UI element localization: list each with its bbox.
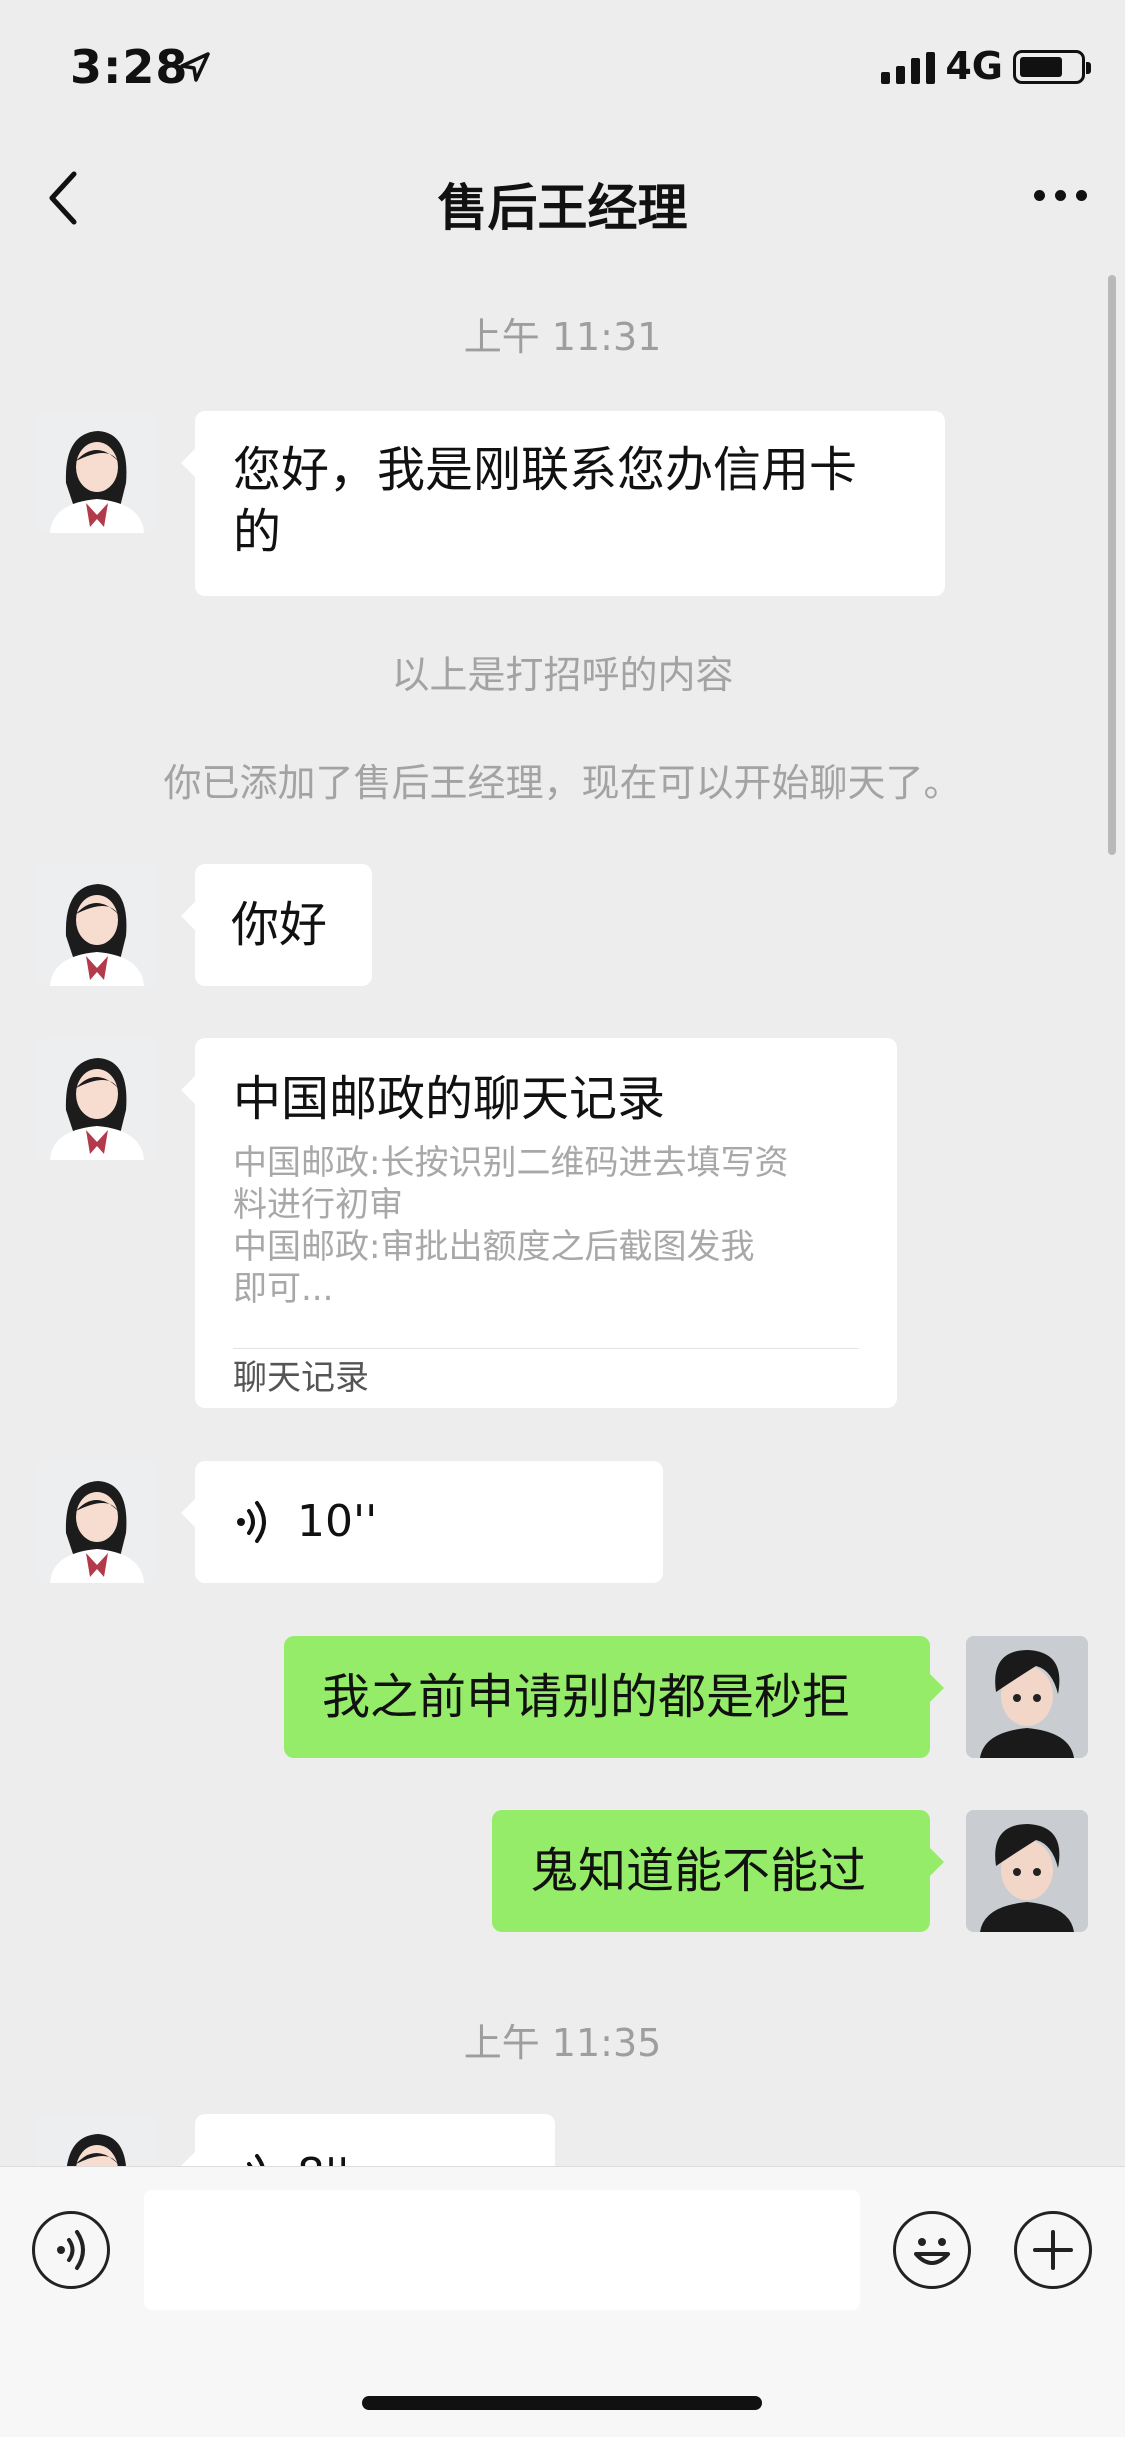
- system-note: 以上是打招呼的内容: [391, 653, 734, 697]
- network-type: 4G: [945, 44, 1003, 88]
- timestamp: 上午 11:31: [463, 315, 662, 359]
- chat-record-preview: 中国邮政:长按识别二维码进去填写资 料进行初审 中国邮政:审批出额度之后截图发我…: [233, 1142, 873, 1310]
- timestamp: 上午 11:35: [463, 2021, 662, 2065]
- avatar[interactable]: [36, 411, 158, 533]
- voice-icon: [57, 2230, 85, 2270]
- avatar-self[interactable]: [966, 1636, 1088, 1758]
- page-title: 售后王经理: [437, 179, 688, 237]
- system-note: 你已添加了售后王经理，现在可以开始聊天了。: [163, 761, 962, 805]
- preview-line: 即可...: [233, 1269, 334, 1309]
- preview-line: 中国邮政:长按识别二维码进去填写资: [233, 1143, 789, 1183]
- avatar[interactable]: [36, 864, 158, 986]
- voice-input-button[interactable]: [32, 2211, 110, 2289]
- voice-duration: 10'': [297, 1496, 378, 1547]
- message-input[interactable]: [144, 2190, 860, 2310]
- message-bubble-sent[interactable]: 鬼知道能不能过: [492, 1810, 944, 1932]
- voice-wave-icon: [237, 1501, 266, 1543]
- message-text: 你好: [231, 897, 328, 953]
- message-text-line: 的: [233, 504, 282, 560]
- home-indicator[interactable]: [362, 2396, 762, 2410]
- message-text: 鬼知道能不能过: [530, 1843, 867, 1899]
- voice-message[interactable]: 10'': [181, 1461, 663, 1583]
- avatar[interactable]: [36, 1461, 158, 1583]
- emoji-icon: [914, 2238, 950, 2265]
- emoji-button[interactable]: [893, 2211, 971, 2289]
- plus-icon: [1033, 2230, 1073, 2270]
- chat-record-title: 中国邮政的聊天记录: [233, 1071, 666, 1127]
- signal-icon: [881, 52, 935, 84]
- chat-record-card[interactable]: 中国邮政的聊天记录 中国邮政:长按识别二维码进去填写资 料进行初审 中国邮政:审…: [181, 1038, 897, 1408]
- location-arrow-icon: [180, 52, 210, 82]
- preview-line: 中国邮政:审批出额度之后截图发我: [233, 1227, 755, 1267]
- divider: [233, 1348, 859, 1349]
- avatar-self[interactable]: [966, 1810, 1088, 1932]
- chat-record-footer: 聊天记录: [233, 1358, 369, 1398]
- message-text-line: 您好，我是刚联系您办信用卡: [233, 442, 858, 498]
- preview-line: 料进行初审: [233, 1185, 403, 1225]
- message-text: 我之前申请别的都是秒拒: [322, 1669, 851, 1725]
- message-bubble-sent[interactable]: 我之前申请别的都是秒拒: [284, 1636, 944, 1758]
- status-time: 3:28: [70, 40, 189, 94]
- message-bubble-received[interactable]: 你好: [181, 864, 372, 986]
- avatar[interactable]: [36, 1038, 158, 1160]
- more-icon[interactable]: [1034, 190, 1087, 201]
- plus-button[interactable]: [1014, 2211, 1092, 2289]
- battery-icon: [1013, 50, 1091, 84]
- message-bubble-received[interactable]: 您好，我是刚联系您办信用卡 的: [181, 411, 945, 596]
